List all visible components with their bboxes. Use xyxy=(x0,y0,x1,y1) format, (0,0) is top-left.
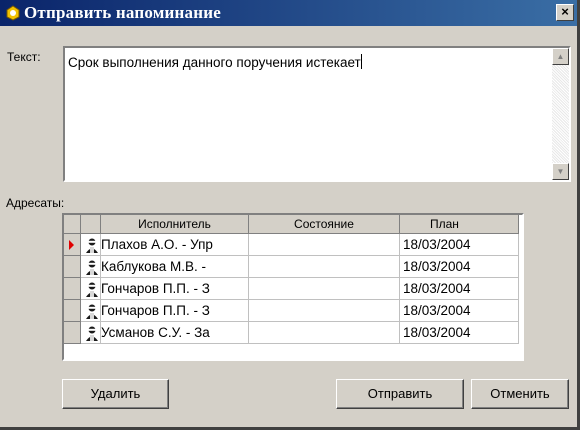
person-icon xyxy=(86,282,98,297)
person-icon xyxy=(86,304,98,319)
cell-state xyxy=(249,300,400,322)
recipients-label: Адресаты: xyxy=(6,196,65,210)
cell-state xyxy=(249,322,400,344)
cell-executor: Гончаров П.П. - З xyxy=(101,300,249,322)
table-row[interactable]: Гончаров П.П. - З 18/03/2004 xyxy=(64,300,522,322)
person-icon xyxy=(86,326,98,341)
title-bar[interactable]: Отправить напоминание × xyxy=(0,0,577,26)
cell-plan: 18/03/2004 xyxy=(400,300,519,322)
table-row[interactable]: Плахов А.О. - Упр 18/03/2004 xyxy=(64,234,522,256)
person-icon xyxy=(86,260,98,275)
person-icon xyxy=(86,238,98,253)
scroll-up-icon[interactable]: ▲ xyxy=(552,48,569,65)
table-row[interactable]: Усманов С.У. - За 18/03/2004 xyxy=(64,322,522,344)
row-indicator xyxy=(64,322,81,344)
message-scrollbar[interactable]: ▲ ▼ xyxy=(552,48,569,180)
cell-executor: Гончаров П.П. - З xyxy=(101,278,249,300)
cell-state xyxy=(249,234,400,256)
text-label: Текст: xyxy=(7,50,41,64)
cell-executor: Плахов А.О. - Упр xyxy=(101,234,249,256)
cancel-button[interactable]: Отменить xyxy=(471,379,569,409)
table-row[interactable]: Гончаров П.П. - З 18/03/2004 xyxy=(64,278,522,300)
send-button[interactable]: Отправить xyxy=(336,379,464,409)
app-icon xyxy=(6,5,20,21)
close-button[interactable]: × xyxy=(556,4,574,21)
icon-header xyxy=(81,215,101,234)
column-header-state[interactable]: Состояние xyxy=(249,215,400,234)
cell-executor: Каблукова М.В. - xyxy=(101,256,249,278)
delete-button[interactable]: Удалить xyxy=(62,379,169,409)
row-indicator xyxy=(64,300,81,322)
text-caret xyxy=(360,54,362,69)
cell-plan: 18/03/2004 xyxy=(400,256,519,278)
message-textarea[interactable]: Срок выполнения данного поручения истека… xyxy=(63,46,571,182)
scroll-down-icon[interactable]: ▼ xyxy=(552,163,569,180)
cell-state xyxy=(249,278,400,300)
row-indicator xyxy=(64,234,81,256)
column-header-executor[interactable]: Исполнитель xyxy=(101,215,249,234)
column-header-plan[interactable]: План xyxy=(400,215,519,234)
table-row[interactable]: Каблукова М.В. - 18/03/2004 xyxy=(64,256,522,278)
recipients-grid[interactable]: Исполнитель Состояние План Плахов А.О. -… xyxy=(62,213,524,361)
reminder-dialog: Отправить напоминание × Текст: Срок выпо… xyxy=(0,0,580,430)
row-indicator xyxy=(64,278,81,300)
cell-plan: 18/03/2004 xyxy=(400,278,519,300)
dialog-title: Отправить напоминание xyxy=(24,3,221,22)
cell-plan: 18/03/2004 xyxy=(400,322,519,344)
cell-executor: Усманов С.У. - За xyxy=(101,322,249,344)
current-row-pointer-icon xyxy=(69,240,74,250)
indicator-header xyxy=(64,215,81,234)
message-text: Срок выполнения данного поручения истека… xyxy=(68,55,361,70)
cell-plan: 18/03/2004 xyxy=(400,234,519,256)
row-indicator xyxy=(64,256,81,278)
cell-state xyxy=(249,256,400,278)
